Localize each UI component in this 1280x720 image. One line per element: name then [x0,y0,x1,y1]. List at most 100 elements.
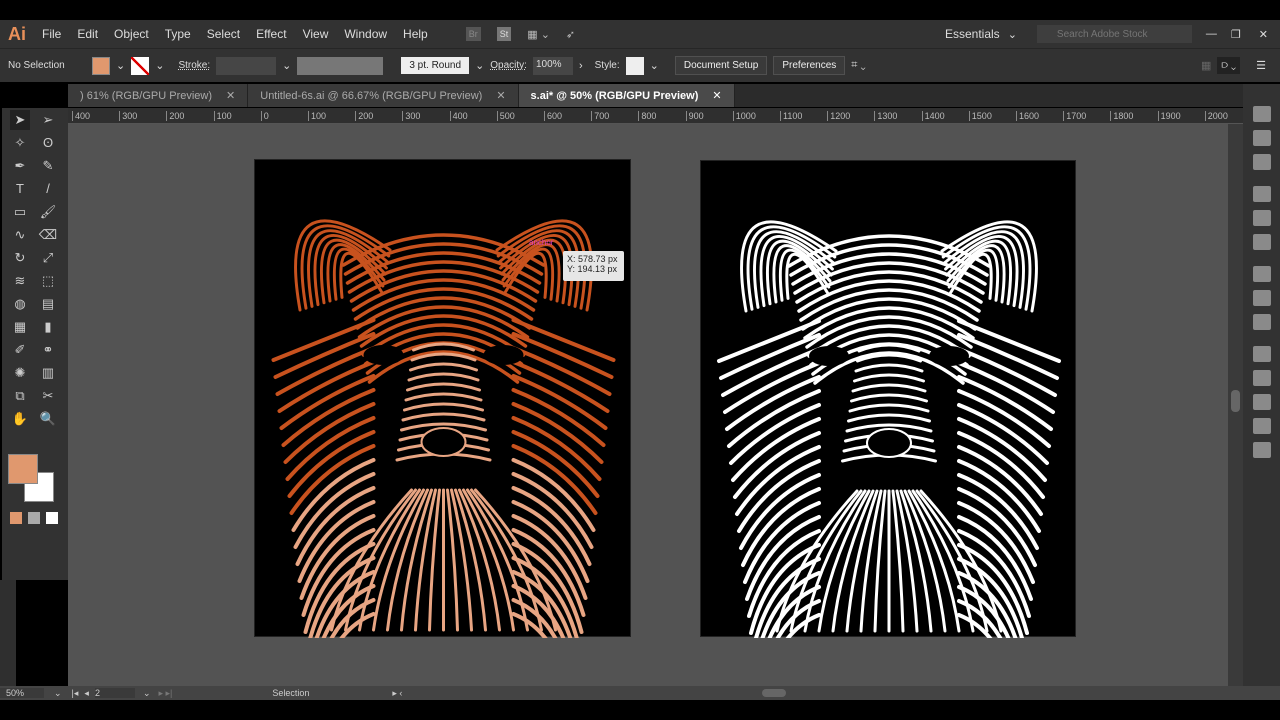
symbols-panel-icon[interactable] [1252,234,1271,250]
paintbrush-tool-icon[interactable]: 🖌 [38,202,58,222]
stroke-weight-stepper[interactable] [216,56,277,75]
horizontal-ruler[interactable]: 400 300 200 100 0 100 200 300 400 500 600 700 800 900… [68,108,1243,124]
libraries-panel-icon[interactable] [1252,130,1271,146]
mesh-tool-icon[interactable]: ▦ [10,317,30,337]
fill-swatch[interactable] [92,56,110,75]
close-button[interactable]: ✕ [1259,28,1268,41]
color-mode-button[interactable] [10,512,22,524]
workspace-switcher[interactable]: Essentials [945,27,1000,41]
perspective-grid-tool-icon[interactable]: ▤ [38,294,58,314]
width-tool-icon[interactable]: ≋ [10,271,30,291]
align-icon[interactable]: ▦ [1201,59,1211,72]
brush-definition[interactable]: 3 pt. Round [401,57,470,74]
symbol-sprayer-tool-icon[interactable]: ✺ [10,363,30,383]
gpu-performance-icon[interactable]: ➶ [566,28,575,41]
status-tool[interactable]: Selection [272,688,392,698]
transparency-panel-icon[interactable] [1252,314,1271,330]
blend-tool-icon[interactable]: ⚭ [38,340,58,360]
stroke-swatch[interactable] [131,56,150,75]
chevron-down-icon[interactable]: ⌄ [282,59,291,72]
bridge-icon[interactable]: Br [465,27,481,41]
appearance-panel-icon[interactable] [1252,346,1271,362]
hand-tool-icon[interactable]: ✋ [10,409,30,429]
menu-file[interactable]: File [34,27,69,41]
swatches-panel-icon[interactable] [1252,186,1271,202]
menu-view[interactable]: View [295,27,337,41]
pen-tool-icon[interactable]: ✒ [10,156,30,176]
vertical-scrollbar[interactable] [1228,124,1243,686]
selection-tool-icon[interactable]: ➤ [10,110,30,130]
eraser-tool-icon[interactable]: ⌫ [38,225,58,245]
magic-wand-tool-icon[interactable]: ✧ [10,133,30,153]
chevron-down-icon[interactable]: ⌄ [155,59,164,72]
chevron-down-icon[interactable]: ⌄ [1008,28,1017,41]
artboard-tool-icon[interactable]: ⧉ [10,386,30,406]
transform-panel-icon[interactable] [1252,442,1271,458]
restore-button[interactable]: ❐ [1231,28,1241,41]
lasso-tool-icon[interactable]: ʘ [38,133,58,153]
graph-tool-icon[interactable]: ▥ [38,363,58,383]
chevron-down-icon[interactable]: ⌄ [475,59,484,72]
menu-effect[interactable]: Effect [248,27,294,41]
panel-menu-icon[interactable]: ☰ [1256,59,1266,72]
line-tool-icon[interactable]: / [38,179,58,199]
close-icon[interactable]: ✕ [712,89,721,102]
stroke-panel-icon[interactable] [1252,266,1271,282]
gradient-mode-button[interactable] [28,512,40,524]
tab-document-1[interactable]: ) 61% (RGB/GPU Preview) ✕ [68,84,249,107]
layers-panel-icon[interactable] [1252,394,1271,410]
transform-panel-icon[interactable]: ⫐ ⌄ [1217,57,1241,74]
opacity-label[interactable]: Opacity: [490,60,527,71]
close-icon[interactable]: ✕ [226,89,235,102]
preferences-button[interactable]: Preferences [773,56,846,75]
next-artboard-button[interactable]: ▸ ▸| [158,688,172,699]
first-artboard-button[interactable]: |◂ [72,688,79,699]
rotate-tool-icon[interactable]: ↻ [10,248,30,268]
fill-color-swatch[interactable] [8,454,38,484]
menu-select[interactable]: Select [199,27,248,41]
style-swatch[interactable] [625,56,644,75]
menu-object[interactable]: Object [106,27,157,41]
color-guide-panel-icon[interactable] [1252,154,1271,170]
scroll-thumb[interactable] [1231,390,1240,412]
slice-tool-icon[interactable]: ✂ [38,386,58,406]
chevron-right-icon[interactable]: › [579,60,583,72]
tab-document-3[interactable]: s.ai* @ 50% (RGB/GPU Preview) ✕ [518,84,735,107]
artboard-1[interactable] [254,159,631,719]
search-stock-input[interactable] [1036,25,1192,43]
type-tool-icon[interactable]: T [10,179,30,199]
vertical-ruler[interactable] [0,580,16,686]
properties-panel-icon[interactable] [1252,106,1271,122]
brushes-panel-icon[interactable] [1252,210,1271,226]
artboard-number-field[interactable]: 2 [94,688,135,698]
gradient-panel-icon[interactable] [1252,290,1271,306]
chevron-down-icon[interactable]: ⌄ [143,688,151,699]
chevron-down-icon[interactable]: ⌄ [116,59,125,72]
scale-tool-icon[interactable]: ⤢ [38,248,58,268]
minimize-button[interactable]: — [1206,28,1217,40]
artboard-2[interactable] [700,160,1076,720]
zoom-field[interactable]: 50% [0,688,44,698]
status-menu-button[interactable]: ▸ ‹ [392,688,402,699]
shaper-tool-icon[interactable]: ∿ [10,225,30,245]
free-transform-tool-icon[interactable]: ⬚ [38,271,58,291]
arrange-documents-icon[interactable]: ▦ ⌄ [527,28,550,41]
graphic-styles-panel-icon[interactable] [1252,370,1271,386]
artboards-panel-icon[interactable] [1252,418,1271,434]
variable-width-profile[interactable] [297,56,384,75]
direct-selection-tool-icon[interactable]: ➢ [38,110,58,130]
opacity-field[interactable]: 100% [532,56,573,75]
chevron-down-icon[interactable]: ⌄ [650,59,659,72]
rectangle-tool-icon[interactable]: ▭ [10,202,30,222]
curvature-tool-icon[interactable]: ✎ [38,156,58,176]
document-setup-button[interactable]: Document Setup [674,56,768,75]
tab-document-2[interactable]: Untitled-6s.ai @ 66.67% (RGB/GPU Preview… [248,84,519,107]
select-similar-icon[interactable]: ⌗ ⌄ [851,59,865,72]
menu-edit[interactable]: Edit [69,27,106,41]
gradient-tool-icon[interactable]: ▮ [38,317,58,337]
menu-help[interactable]: Help [395,27,436,41]
eyedropper-tool-icon[interactable]: ✐ [10,340,30,360]
zoom-tool-icon[interactable]: 🔍 [38,409,58,429]
stock-icon[interactable]: St [496,27,512,41]
menu-window[interactable]: Window [336,27,395,41]
